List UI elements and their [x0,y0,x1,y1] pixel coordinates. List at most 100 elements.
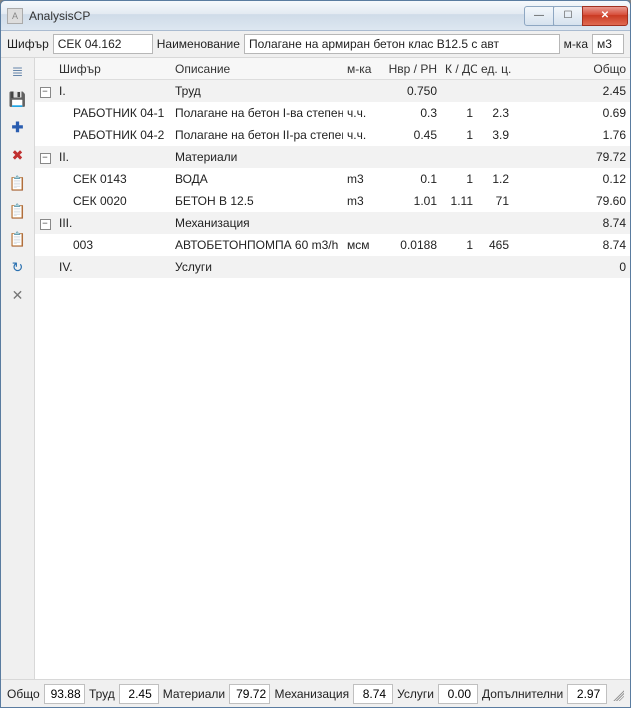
status-extra: 2.97 [567,684,607,704]
status-services-label: Услуги [397,687,434,701]
tools-icon[interactable]: ✕ [9,286,27,304]
list-icon[interactable]: ≣ [9,62,27,80]
delete-icon[interactable]: ✖ [9,146,27,164]
clipboard3-icon[interactable]: 📋 [9,230,27,248]
plus-icon[interactable]: ✚ [9,118,27,136]
cell-mka: ч.ч. [343,128,381,142]
cell-code: СЕК 0020 [55,194,171,208]
cell-total: 2.45 [543,84,630,98]
cell-dsr: 465 [477,238,513,252]
table-row[interactable]: СЕК 0143ВОДАm30.111.20.12 [35,168,630,190]
col-k[interactable]: К / ДСР [441,62,477,76]
cell-dsr: 71 [477,194,513,208]
cell-k: 1 [441,106,477,120]
table-row[interactable]: 003АВТОБЕТОНПОМПА 60 m3/hмсм0.018814658.… [35,234,630,256]
window-title: AnalysisCP [29,9,525,23]
cell-mka: мсм [343,238,381,252]
status-mech: 8.74 [353,684,393,704]
cell-code: РАБОТНИК 04-2 [55,128,171,142]
cell-dsr: 2.3 [477,106,513,120]
col-code[interactable]: Шифър [55,62,171,76]
app-window: A AnalysisCP — ☐ ✕ Шифър Наименование м-… [0,0,631,708]
refresh-icon[interactable]: ↻ [9,258,27,276]
cell-code: I. [55,84,171,98]
cell-mka: ч.ч. [343,106,381,120]
cell-code: II. [55,150,171,164]
window-controls: — ☐ ✕ [525,6,628,26]
close-button[interactable]: ✕ [582,6,628,26]
header-form: Шифър Наименование м-ка [1,31,630,58]
group-row[interactable]: −I.Труд0.7502.45 [35,80,630,102]
status-total-label: Общо [7,687,40,701]
cell-code: IV. [55,260,171,274]
titlebar[interactable]: A AnalysisCP — ☐ ✕ [1,1,630,31]
cell-desc: Материали [171,150,343,164]
cell-k: 1.11 [441,194,477,208]
cell-nvr: 0.3 [381,106,441,120]
status-mech-label: Механизация [274,687,349,701]
app-icon: A [7,8,23,24]
statusbar: Общо 93.88 Труд 2.45 Материали 79.72 Мех… [1,679,630,707]
collapse-icon[interactable]: − [40,153,51,164]
cell-nvr: 0.750 [381,84,441,98]
cell-code: СЕК 0143 [55,172,171,186]
cell-total: 8.74 [543,238,630,252]
grid[interactable]: Шифър Описание м-ка Нвр / РН К / ДСР ед.… [35,58,630,679]
cell-k: 1 [441,172,477,186]
col-total[interactable]: Общо [543,62,630,76]
name-label: Наименование [157,37,240,51]
col-desc[interactable]: Описание [171,62,343,76]
cell-k: 1 [441,128,477,142]
cell-code: 003 [55,238,171,252]
resize-grip[interactable] [611,687,624,701]
status-labor-label: Труд [89,687,115,701]
cell-total: 0.69 [543,106,630,120]
cell-desc: Полагане на бетон II-ра степен [171,128,343,142]
cell-nvr: 1.01 [381,194,441,208]
save-icon[interactable]: 💾 [9,90,27,108]
cell-dsr: 3.9 [477,128,513,142]
grid-body: −I.Труд0.7502.45РАБОТНИК 04-1Полагане на… [35,80,630,278]
cell-nvr: 0.0188 [381,238,441,252]
table-row[interactable]: РАБОТНИК 04-1Полагане на бетон I-ва степ… [35,102,630,124]
cell-total: 8.74 [543,216,630,230]
cell-total: 1.76 [543,128,630,142]
group-row[interactable]: IV.Услуги0 [35,256,630,278]
code-input[interactable] [53,34,153,54]
name-input[interactable] [244,34,560,54]
cell-total: 0.12 [543,172,630,186]
cell-desc: АВТОБЕТОНПОМПА 60 m3/h [171,238,343,252]
cell-mka: m3 [343,172,381,186]
collapse-icon[interactable]: − [40,87,51,98]
cell-nvr: 0.45 [381,128,441,142]
maximize-button[interactable]: ☐ [553,6,583,26]
status-services: 0.00 [438,684,478,704]
unit-input[interactable] [592,34,624,54]
table-row[interactable]: СЕК 0020БЕТОН В 12.5m31.011.117179.60 [35,190,630,212]
clipboard2-icon[interactable]: 📋 [9,202,27,220]
grid-header: Шифър Описание м-ка Нвр / РН К / ДСР ед.… [35,58,630,80]
cell-total: 79.60 [543,194,630,208]
status-materials: 79.72 [229,684,270,704]
table-row[interactable]: РАБОТНИК 04-2Полагане на бетон II-ра сте… [35,124,630,146]
col-nvr[interactable]: Нвр / РН [381,62,441,76]
col-mka[interactable]: м-ка [343,62,381,76]
cell-desc: Полагане на бетон I-ва степен [171,106,343,120]
cell-desc: Механизация [171,216,343,230]
collapse-icon[interactable]: − [40,219,51,230]
cell-code: III. [55,216,171,230]
group-row[interactable]: −II.Материали 79.72 [35,146,630,168]
cell-dsr: 1.2 [477,172,513,186]
sidebar: ≣ 💾 ✚ ✖ 📋 📋 📋 ↻ ✕ [1,58,35,679]
col-ed[interactable]: ед. ц. [477,62,513,76]
minimize-button[interactable]: — [524,6,554,26]
cell-code: РАБОТНИК 04-1 [55,106,171,120]
cell-total: 79.72 [543,150,630,164]
group-row[interactable]: −III.Механизация 8.74 [35,212,630,234]
cell-desc: Услуги [171,260,343,274]
status-extra-label: Допълнителни [482,687,563,701]
status-total: 93.88 [44,684,85,704]
clipboard-icon[interactable]: 📋 [9,174,27,192]
cell-desc: ВОДА [171,172,343,186]
code-label: Шифър [7,37,49,51]
